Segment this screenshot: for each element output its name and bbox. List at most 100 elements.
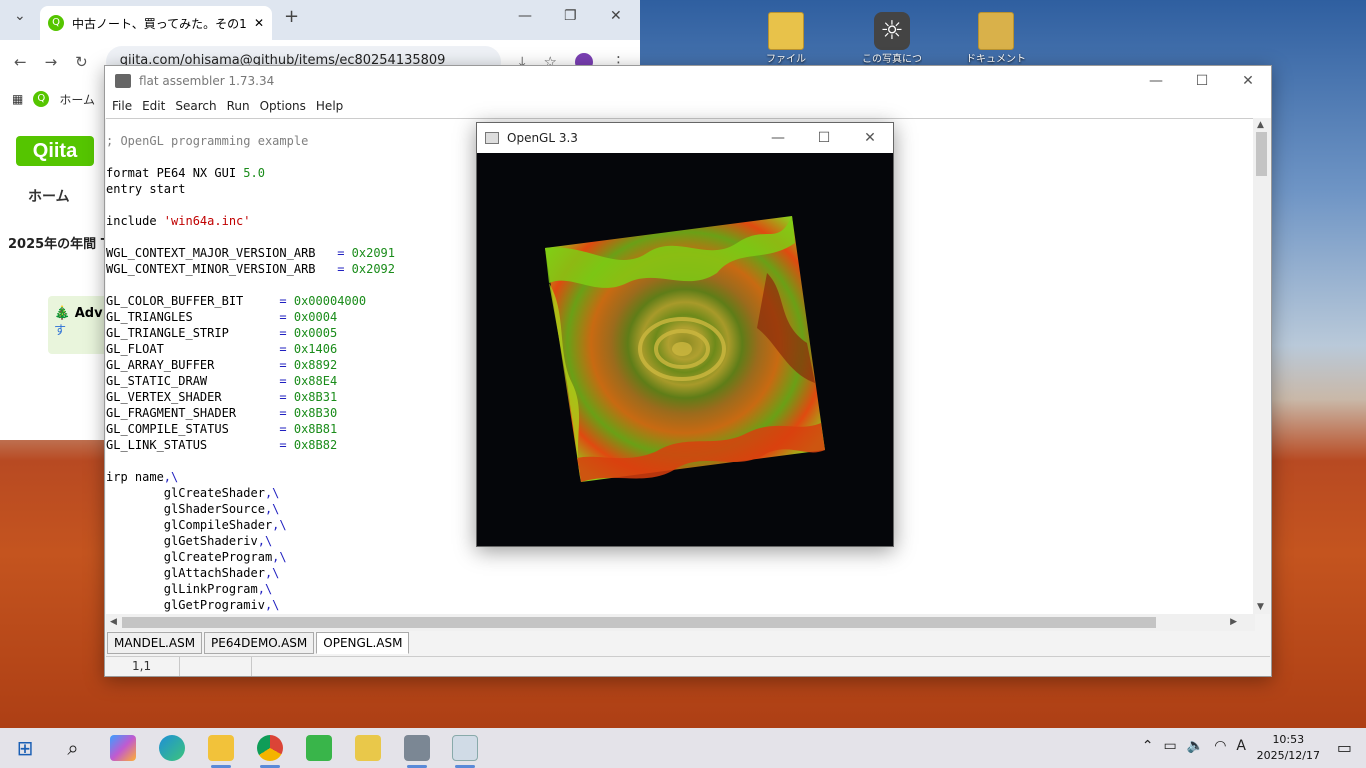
menu-run[interactable]: Run — [222, 96, 255, 118]
file-tab-mandel[interactable]: MANDEL.ASM — [107, 632, 203, 654]
code-token: 0x8B82 — [293, 438, 338, 452]
edge-icon[interactable] — [159, 735, 185, 761]
close-button[interactable]: ✕ — [847, 123, 893, 153]
code-token: GL_COLOR_BUFFER_BIT — [106, 294, 280, 308]
code-token: GL_VERTEX_SHADER — [106, 390, 280, 404]
restore-icon[interactable]: ❐ — [564, 8, 577, 24]
desktop-icon-documents[interactable]: ドキュメント — [966, 8, 1026, 66]
code-token: = — [279, 422, 294, 436]
qiita-home-link[interactable]: ホーム — [28, 186, 70, 206]
menu-bar: File Edit Search Run Options Help — [105, 96, 1271, 118]
status-bar: 1,1 — [106, 656, 1270, 676]
code-token: 0x2091 — [351, 246, 395, 260]
tab-close-icon[interactable]: ✕ — [254, 16, 264, 30]
code-token: ,\ — [257, 534, 273, 548]
wifi-icon[interactable]: ◠ — [1214, 738, 1226, 754]
maximize-button[interactable]: ☐ — [1179, 66, 1225, 96]
menu-options[interactable]: Options — [255, 96, 311, 118]
code-token: WGL_CONTEXT_MAJOR_VERSION_ARB — [106, 246, 338, 260]
scroll-up-arrow-icon[interactable]: ▲ — [1257, 120, 1264, 130]
qiita-favicon-icon: Q — [48, 15, 64, 31]
copilot-icon[interactable] — [110, 735, 136, 761]
code-line[interactable]: glGetProgramiv,\ — [106, 597, 1256, 613]
code-token: GL_TRIANGLE_STRIP — [106, 326, 280, 340]
desktop-icon-label: ドキュメント — [966, 54, 1026, 65]
menu-help[interactable]: Help — [311, 96, 348, 118]
speaker-icon[interactable]: 🔈 — [1187, 738, 1204, 754]
advent-sub: す — [54, 323, 67, 337]
scroll-down-arrow-icon[interactable]: ▼ — [1257, 602, 1264, 612]
back-icon[interactable]: ← — [14, 53, 27, 71]
code-token: = — [279, 406, 294, 420]
scroll-left-arrow-icon[interactable]: ◀ — [110, 617, 117, 627]
bookmark-home[interactable]: ホーム — [59, 91, 95, 108]
opengl-render-canvas — [545, 216, 825, 482]
battery-icon[interactable]: ▭ — [1164, 738, 1177, 754]
qiita-favicon-icon: Q — [33, 91, 50, 107]
menu-file[interactable]: File — [107, 96, 137, 118]
clock[interactable]: 10:53 2025/12/17 — [1257, 732, 1320, 764]
code-token: glGetShaderiv — [106, 534, 258, 548]
reload-icon[interactable]: ↻ — [75, 53, 88, 71]
horizontal-scrollbar[interactable]: ◀ ▶ — [106, 614, 1255, 631]
minimize-button[interactable]: — — [1133, 66, 1179, 96]
code-line[interactable]: glAttachShader,\ — [106, 565, 1256, 581]
fasm-icon[interactable] — [404, 735, 430, 761]
code-token: ,\ — [264, 502, 280, 516]
menu-search[interactable]: Search — [170, 96, 221, 118]
code-token: GL_ARRAY_BUFFER — [106, 358, 280, 372]
menu-edit[interactable]: Edit — [137, 96, 170, 118]
clock-time: 10:53 — [1272, 733, 1305, 746]
vertical-scroll-thumb[interactable] — [1256, 132, 1267, 176]
code-token: entry start — [106, 182, 186, 196]
horizontal-scroll-thumb[interactable] — [122, 617, 1156, 628]
show-hidden-icons-chevron-icon[interactable]: ⌃ — [1142, 738, 1154, 754]
new-tab-button[interactable]: + — [284, 6, 299, 27]
file-tab-pe64demo[interactable]: PE64DEMO.ASM — [204, 632, 315, 654]
image-viewer-icon[interactable] — [355, 735, 381, 761]
code-token: GL_STATIC_DRAW — [106, 374, 280, 388]
chrome-icon[interactable] — [257, 735, 283, 761]
code-line[interactable]: glCreateProgram,\ — [106, 549, 1256, 565]
opengl-titlebar[interactable]: OpenGL 3.3 — ☐ ✕ — [477, 123, 893, 153]
window-app-icon — [485, 132, 499, 144]
tab-list-chevron-icon[interactable]: ⌄ — [14, 8, 26, 24]
minimize-icon[interactable]: — — [518, 8, 532, 24]
start-icon[interactable]: ⊞ — [12, 735, 38, 761]
forward-icon[interactable]: → — [45, 53, 58, 71]
fasm-titlebar[interactable]: flat assembler 1.73.34 — ☐ ✕ — [105, 66, 1271, 96]
code-line[interactable]: glLinkProgram,\ — [106, 581, 1256, 597]
desktop-icon-picture-info[interactable]: ☼ この写真について — [862, 8, 922, 66]
desktop-icon-files[interactable]: ファイル — [756, 8, 816, 66]
code-token: WGL_CONTEXT_MINOR_VERSION_ARB — [106, 262, 338, 276]
folder-icon — [768, 12, 804, 50]
notification-icon[interactable]: ▭ — [1337, 738, 1352, 757]
code-token: GL_COMPILE_STATUS — [106, 422, 280, 436]
desktop-icon-label: この写真について — [862, 54, 922, 65]
scroll-right-arrow-icon[interactable]: ▶ — [1230, 617, 1237, 627]
qiita-logo[interactable]: Qiita — [16, 136, 94, 166]
code-token: ,\ — [264, 566, 280, 580]
close-icon[interactable]: ✕ — [610, 8, 622, 24]
opengl-window-icon[interactable] — [452, 735, 478, 761]
close-button[interactable]: ✕ — [1225, 66, 1271, 96]
advent-title: Adv — [74, 306, 103, 321]
code-token: ,\ — [272, 518, 287, 532]
notepad-icon[interactable] — [306, 735, 332, 761]
file-tab-opengl[interactable]: OPENGL.ASM — [316, 632, 410, 654]
file-explorer-icon[interactable] — [208, 735, 234, 761]
vertical-scrollbar[interactable]: ▲ ▼ — [1253, 118, 1270, 614]
minimize-button[interactable]: — — [755, 123, 801, 153]
learn-about-picture-icon: ☼ — [874, 12, 910, 50]
maximize-button[interactable]: ☐ — [801, 123, 847, 153]
browser-tab[interactable]: Q 中古ノート、買ってみた。その145 # ✕ — [40, 6, 272, 40]
code-token: = — [279, 310, 294, 324]
status-cell-3 — [252, 657, 1270, 676]
search-icon[interactable]: ⌕ — [60, 735, 86, 761]
ime-indicator[interactable]: A — [1236, 738, 1246, 754]
tree-icon: 🎄 — [54, 306, 71, 321]
apps-grid-icon[interactable]: ▦ — [12, 92, 23, 106]
code-token: = — [279, 438, 294, 452]
fasm-app-icon — [115, 74, 131, 88]
status-cell-2 — [180, 657, 252, 676]
